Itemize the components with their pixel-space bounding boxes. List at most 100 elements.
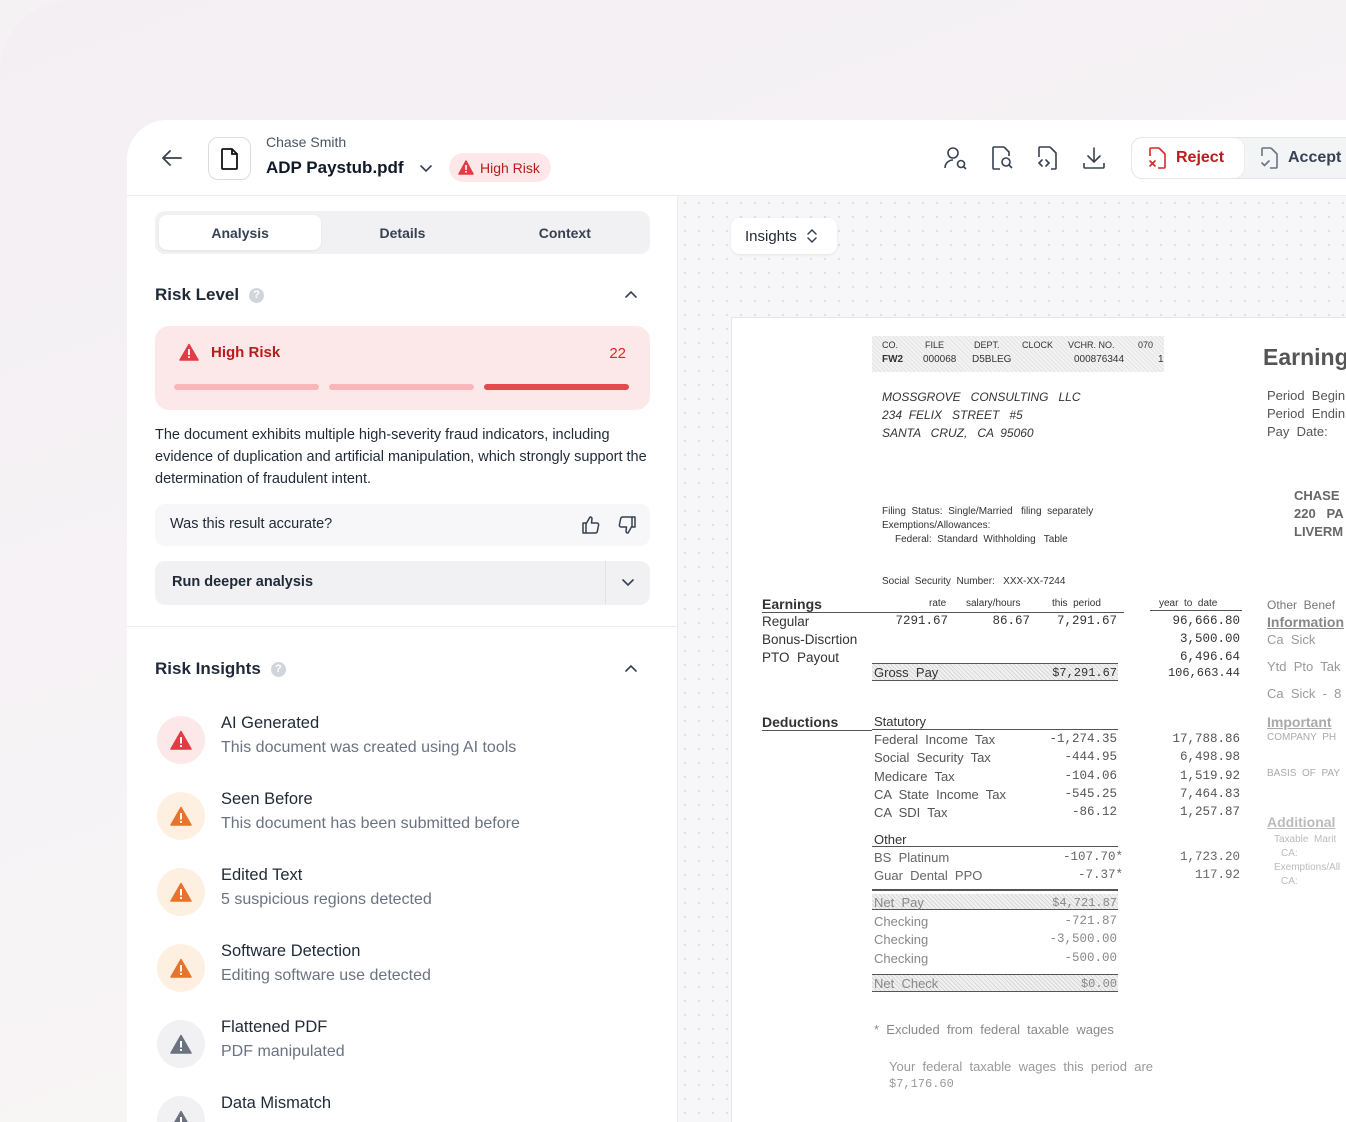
chevron-down-icon: [420, 165, 432, 173]
risk-insight-item[interactable]: AI Generated This document was created us…: [155, 712, 650, 772]
warning-icon: [458, 160, 474, 175]
collapse-risk-insights-button[interactable]: [621, 658, 641, 678]
other-benefits-label: Other Benef: [1267, 598, 1336, 612]
exemptions-label: Exemptions/Allowances:: [882, 520, 991, 531]
insight-severity-badge: [157, 792, 205, 840]
warning-icon: [174, 1110, 188, 1122]
insight-severity-badge: [157, 1020, 205, 1068]
ssn-line: Social Security Number: XXX-XX-7244: [882, 576, 1066, 587]
earning-ytd: 6,496.64: [1179, 650, 1240, 664]
insight-subtitle: Editing software use detected: [221, 967, 431, 984]
risk-insight-item[interactable]: Edited Text 5 suspicious regions detected: [155, 864, 650, 924]
insights-dropdown[interactable]: Insights: [731, 218, 837, 254]
checking-amount: -500.00: [1064, 950, 1117, 965]
earning-label: PTO Payout: [762, 650, 840, 665]
earnings-rule: [762, 612, 1124, 613]
risk-level-card: High Risk 22: [155, 326, 650, 410]
insight-title: Seen Before: [221, 790, 313, 808]
hdr-value-dept: D5BLEG: [972, 354, 1012, 365]
feedback-bar: Was this result accurate?: [155, 504, 650, 546]
insight-subtitle: This document has been submitted before: [221, 815, 520, 832]
employee-city: LIVERM: [1294, 524, 1344, 539]
back-button[interactable]: [157, 144, 187, 172]
earning-ytd: 3,500.00: [1179, 632, 1240, 646]
view-source-button[interactable]: [1035, 145, 1061, 171]
taxable-marital-label: Taxable Marit: [1274, 834, 1337, 845]
benefit-row-1: Ca Sick: [1267, 632, 1316, 647]
risk-level-label: High Risk: [211, 343, 281, 361]
earning-rate: 7291.67: [895, 614, 948, 628]
risk-insight-item[interactable]: Data Mismatch: [155, 1092, 650, 1122]
ytd-rule: [1150, 610, 1242, 611]
insight-severity-badge: [157, 1096, 205, 1122]
deduction-period: -1,274.35: [1049, 732, 1117, 746]
deduction-ytd: 1,519.92: [1179, 768, 1240, 783]
risk-insight-item[interactable]: Software Detection Editing software use d…: [155, 940, 650, 1000]
other-deduction-period: -107.70*: [1062, 850, 1123, 864]
other-title: Other: [874, 832, 907, 847]
insight-title: Data Mismatch: [221, 1094, 332, 1112]
insight-title: Software Detection: [221, 942, 361, 960]
help-icon[interactable]: ?: [270, 661, 286, 677]
file-code-icon: [1037, 146, 1057, 170]
earnings-title: Earnings: [762, 596, 822, 612]
run-deeper-analysis-button[interactable]: Run deeper analysis: [155, 561, 650, 605]
thumbs-up-icon: [582, 516, 600, 534]
thumbs-down-button[interactable]: [615, 513, 639, 537]
checking-label: Checking: [874, 950, 929, 966]
user-search-icon: [944, 147, 967, 170]
checking-label: Checking: [874, 932, 929, 948]
file-switcher-button[interactable]: [417, 160, 435, 178]
statutory-rule: [872, 729, 1118, 730]
important-label: Important: [1267, 714, 1332, 730]
risk-insight-item[interactable]: Seen Before This document has been submit…: [155, 788, 650, 848]
deductions-rule: [762, 730, 872, 731]
footnote-taxable-value: $7,176.60: [889, 1077, 954, 1091]
tab-analysis[interactable]: Analysis: [159, 215, 322, 250]
risk-meter-segment-3: [484, 384, 629, 390]
footnote-taxable: Your federal taxable wages this period a…: [889, 1059, 1154, 1074]
ca-label-1: CA:: [1281, 848, 1298, 859]
inspect-document-button[interactable]: [989, 145, 1015, 171]
insight-subtitle: This document was created using AI tools: [221, 739, 517, 756]
decision-buttons: Reject Accept: [1131, 137, 1346, 179]
reject-button[interactable]: Reject: [1132, 138, 1244, 178]
deduction-period: -545.25: [1064, 786, 1117, 801]
hdr-value-file: 000068: [923, 354, 957, 365]
deduction-ytd: 1,257.87: [1179, 805, 1240, 820]
deduction-period: -104.06: [1064, 768, 1117, 783]
tab-details[interactable]: Details: [321, 215, 483, 250]
gross-pay-ytd: 106,663.44: [1167, 666, 1240, 680]
earning-label: Regular: [762, 614, 810, 629]
risk-level-title: Risk Level: [155, 285, 240, 304]
file-icon: [220, 147, 238, 170]
tab-context[interactable]: Context: [484, 215, 646, 250]
company-city: SANTA CRUZ, CA 95060: [882, 426, 1034, 440]
other-deduction-ytd: 1,723.20: [1179, 850, 1240, 864]
thumbs-up-button[interactable]: [579, 513, 603, 537]
assign-user-button[interactable]: [943, 145, 969, 171]
deduction-label: Social Security Tax: [874, 750, 991, 766]
deduction-label: CA SDI Tax: [874, 805, 948, 821]
insight-subtitle: PDF manipulated: [221, 1043, 345, 1060]
deductions-title: Deductions: [762, 714, 839, 730]
download-button[interactable]: [1081, 145, 1107, 171]
document-search-icon: [992, 146, 1013, 170]
document-filename[interactable]: ADP Paystub.pdf: [266, 158, 404, 178]
risk-insight-item[interactable]: Flattened PDF PDF manipulated: [155, 1016, 650, 1076]
risk-level-heading: Risk Level ?: [155, 285, 265, 305]
deduction-ytd: 17,788.86: [1172, 732, 1240, 746]
warning-icon: [170, 882, 192, 902]
risk-badge: High Risk: [449, 153, 551, 182]
deeper-options-button[interactable]: [618, 573, 638, 593]
chevron-up-icon: [625, 290, 637, 298]
help-icon[interactable]: ?: [249, 287, 265, 303]
warning-icon: [170, 1034, 192, 1054]
thumbs-down-icon: [618, 516, 636, 534]
net-check-label: Net Check: [874, 976, 939, 991]
collapse-risk-level-button[interactable]: [621, 284, 641, 304]
risk-meter-segment-2: [329, 384, 474, 390]
federal-withholding: Federal: Standard Withholding Table: [895, 534, 1068, 545]
accept-button[interactable]: Accept: [1244, 138, 1341, 178]
hdr-label-vchr: VCHR. NO.: [1068, 340, 1115, 350]
